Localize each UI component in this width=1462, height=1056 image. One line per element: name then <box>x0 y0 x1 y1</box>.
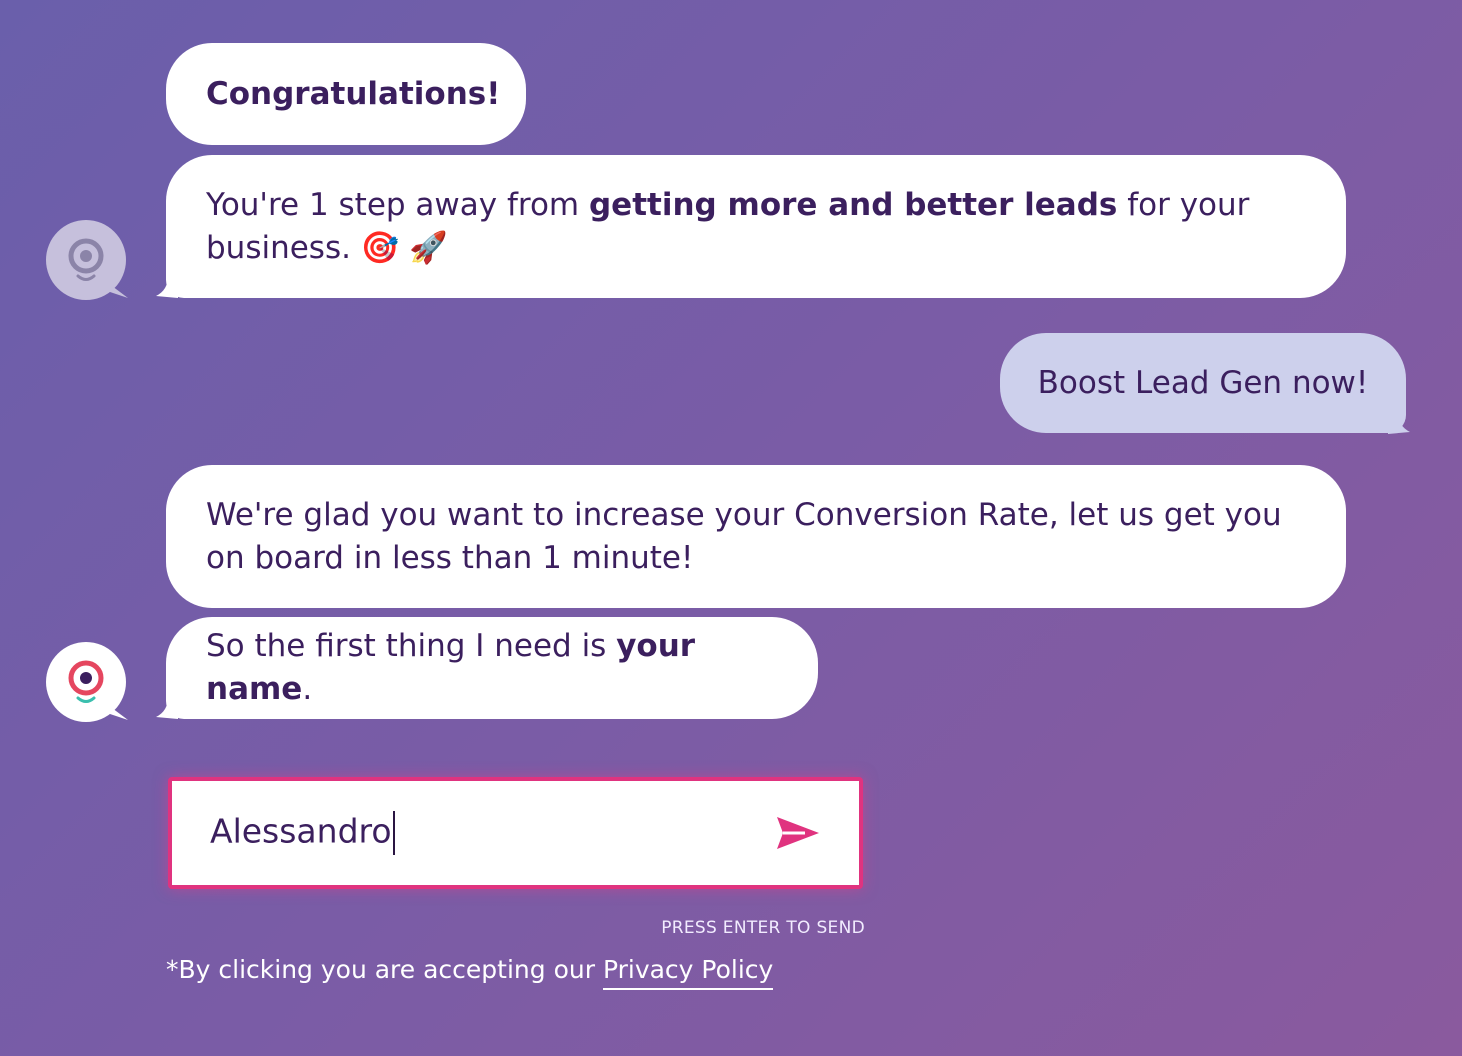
avatar-tail <box>104 280 128 298</box>
message-text-part: . <box>302 671 313 707</box>
message-text: We're glad you want to increase your Con… <box>206 496 1282 576</box>
text-caret <box>392 811 395 855</box>
bubble-tail <box>156 276 178 298</box>
consent-text: *By clicking you are accepting our <box>166 955 603 984</box>
name-input-value: Alessandro <box>210 811 392 851</box>
send-icon[interactable] <box>775 813 821 853</box>
bot-message-step-away: You're 1 step away from getting more and… <box>166 155 1346 298</box>
message-text-part: So the first thing I need is <box>206 628 617 664</box>
bot-message-conversion-rate: We're glad you want to increase your Con… <box>166 465 1346 608</box>
name-input-container[interactable]: Alessandro <box>168 777 863 889</box>
bot-message-ask-name: So the first thing I need is your name. <box>166 617 818 719</box>
privacy-consent: *By clicking you are accepting our Priva… <box>166 955 774 990</box>
message-text: You're 1 step away from getting more and… <box>206 184 1306 270</box>
name-input[interactable]: Alessandro <box>210 811 775 855</box>
bubble-tail <box>1388 412 1410 434</box>
avatar-tail <box>104 702 128 720</box>
press-enter-hint: PRESS ENTER TO SEND <box>661 918 865 938</box>
user-reply-bubble: Boost Lead Gen now! <box>1000 333 1406 433</box>
bubble-tail <box>156 697 178 719</box>
message-bold-text: getting more and better leads <box>588 186 1118 223</box>
user-reply-text: Boost Lead Gen now! <box>1037 365 1369 401</box>
message-bold-text: Congratulations! <box>206 75 501 112</box>
bot-message-congratulations: Congratulations! <box>166 43 526 145</box>
message-text-part: You're 1 step away from <box>206 186 589 223</box>
message-text: So the first thing I need is your name. <box>206 625 778 711</box>
privacy-policy-link[interactable]: Privacy Policy <box>602 955 774 990</box>
